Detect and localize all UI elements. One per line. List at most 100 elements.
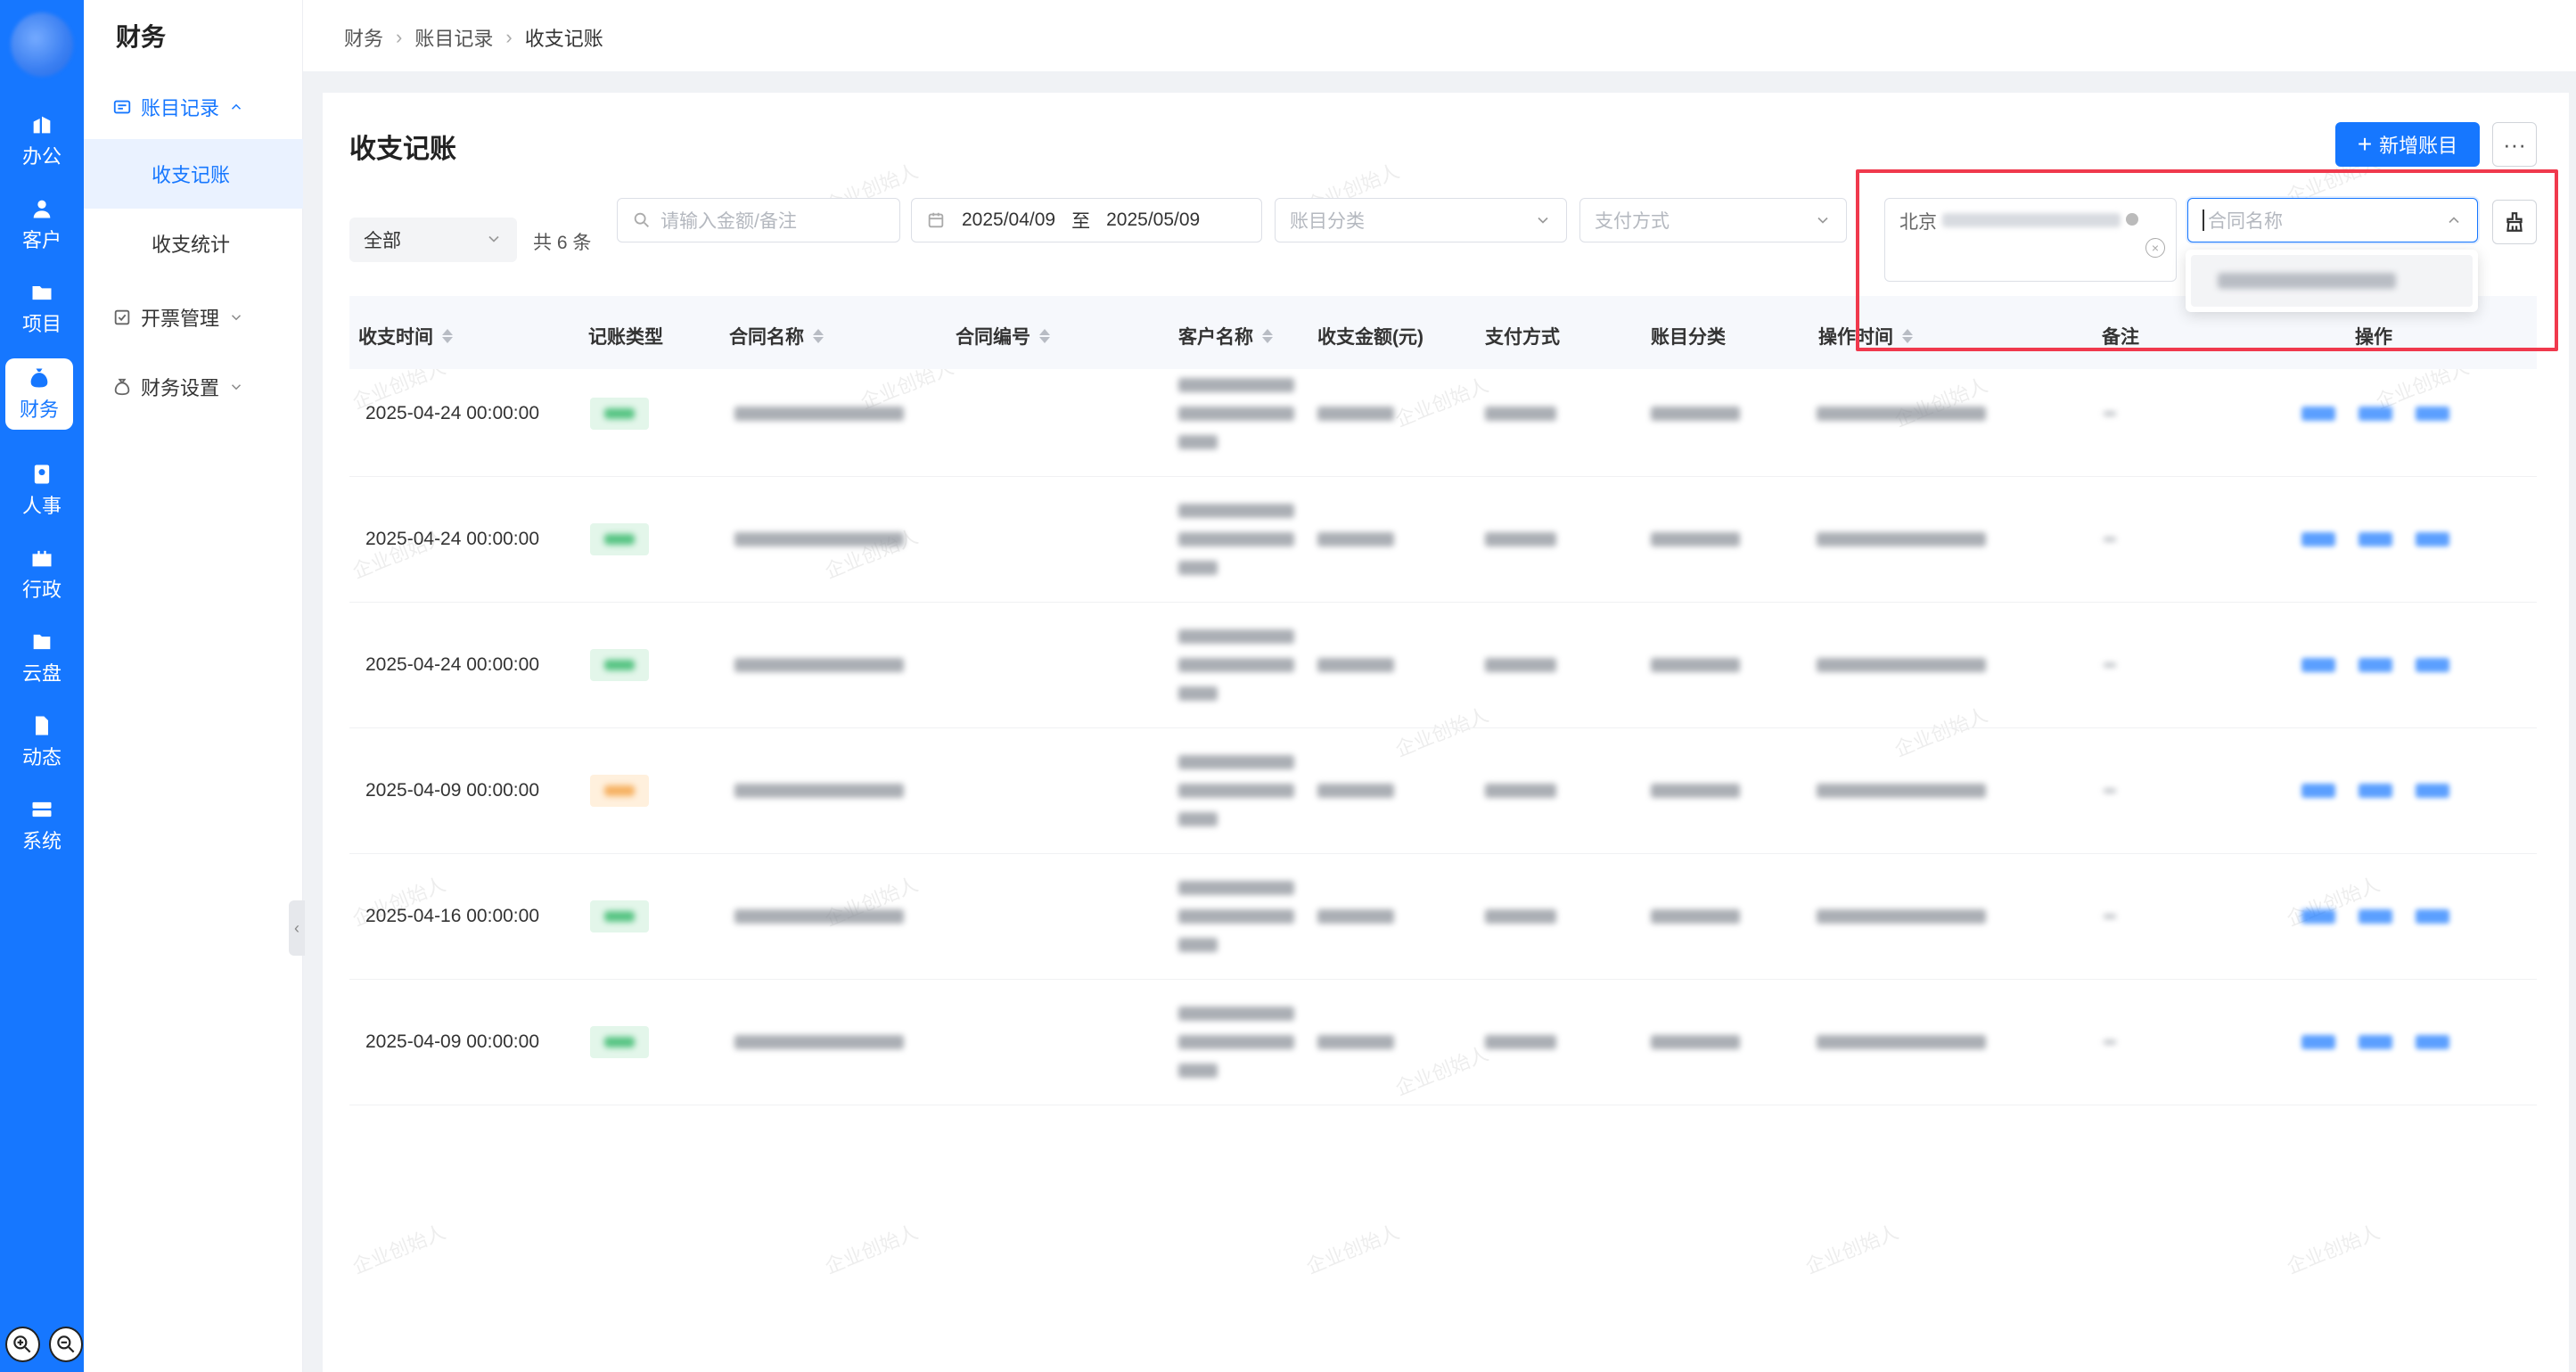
date-range-picker[interactable]: 2025/04/09 至 2025/05/09 — [911, 198, 1262, 242]
top-bar: 财务 › 账目记录 › 收支记账 — [303, 0, 2576, 71]
action-delete-link[interactable] — [2416, 407, 2449, 421]
rail-item-feed[interactable]: 动态 — [5, 706, 78, 777]
redacted-amount — [1317, 909, 1394, 924]
column-header[interactable]: 合同名称 — [729, 323, 824, 349]
sort-icon[interactable] — [1262, 329, 1273, 343]
date-end[interactable]: 2025/05/09 — [1106, 209, 1200, 231]
breadcrumb-item[interactable]: 财务 — [344, 23, 383, 52]
tag-remove-icon[interactable] — [2126, 213, 2138, 226]
action-edit-link[interactable] — [2359, 909, 2392, 924]
chevron-down-icon — [231, 315, 242, 321]
redacted-customer-name — [1178, 881, 1294, 895]
table-row[interactable]: 2025-04-09 00:00:00 — [349, 728, 2537, 854]
breadcrumb-item[interactable]: 账目记录 — [414, 23, 493, 52]
sidebar-group-ledger[interactable]: 账目记录 — [112, 93, 244, 121]
date-start[interactable]: 2025/04/09 — [962, 209, 1055, 231]
category-select[interactable]: 账目分类 — [1275, 198, 1567, 242]
record-type-badge — [590, 523, 649, 555]
sidebar-item-statistics[interactable]: 收支统计 — [84, 209, 303, 278]
redacted-text — [604, 660, 635, 670]
rail-item-cloud[interactable]: 云盘 — [5, 622, 78, 694]
type-select[interactable]: 全部 — [349, 218, 517, 262]
rail-item-customer[interactable]: 客户 — [5, 189, 78, 260]
redacted-customer-name — [1178, 1064, 1218, 1078]
sidebar-group-settings[interactable]: 财务设置 — [112, 373, 244, 401]
sidebar-group-invoice[interactable]: 开票管理 — [112, 303, 244, 332]
redacted-text — [604, 408, 635, 419]
main-panel: 企业创始人 企业创始人 企业创始人 企业创始人 企业创始人 企业创始人 企业创始… — [323, 93, 2569, 1372]
app-logo[interactable] — [11, 12, 73, 77]
city-multiselect[interactable]: 北京 × — [1884, 198, 2177, 282]
action-edit-link[interactable] — [2359, 658, 2392, 672]
rail-item-system[interactable]: 系统 — [5, 790, 78, 861]
rail-item-hr[interactable]: 人事 — [5, 455, 78, 526]
redacted-operation-time — [1817, 658, 1986, 672]
redacted-customer-name — [1178, 532, 1294, 546]
redacted-contract-name — [734, 407, 904, 421]
table-row[interactable]: 2025-04-24 00:00:00 — [349, 477, 2537, 603]
column-header: 操作 — [2355, 327, 2392, 348]
rail-item-admin[interactable]: 行政 — [5, 538, 78, 610]
action-view-link[interactable] — [2301, 658, 2335, 672]
cell-time: 2025-04-09 00:00:00 — [365, 780, 539, 801]
action-view-link[interactable] — [2301, 909, 2335, 924]
more-button[interactable]: ··· — [2492, 122, 2537, 167]
payment-method-select[interactable]: 支付方式 — [1579, 198, 1847, 242]
zoom-in-button[interactable] — [5, 1327, 40, 1362]
sort-icon[interactable] — [1902, 329, 1913, 343]
action-delete-link[interactable] — [2416, 1035, 2449, 1049]
redacted-text — [604, 911, 635, 922]
cloud-folder-icon — [33, 634, 51, 650]
search-input[interactable]: 请输入金额/备注 — [617, 198, 900, 242]
column-header[interactable]: 合同编号 — [956, 323, 1050, 349]
dropdown-option[interactable] — [2191, 255, 2473, 307]
contract-name-select[interactable]: 合同名称 — [2187, 198, 2478, 242]
table-row[interactable]: 2025-04-24 00:00:00 — [349, 603, 2537, 728]
remark-empty-dash — [2104, 1040, 2116, 1044]
watermark: 企业创始人 — [1302, 1220, 1403, 1278]
clear-icon[interactable]: × — [2145, 238, 2165, 258]
redacted-amount — [1317, 784, 1394, 798]
column-header[interactable]: 收支时间 — [358, 323, 453, 349]
action-view-link[interactable] — [2301, 1035, 2335, 1049]
rail-item-finance[interactable]: 财务 — [5, 358, 73, 430]
action-delete-link[interactable] — [2416, 784, 2449, 798]
redacted-customer-name — [1178, 378, 1294, 392]
redacted-category — [1651, 1035, 1740, 1049]
column-header: 备注 — [2102, 327, 2139, 348]
add-entry-button[interactable]: + 新增账目 — [2335, 122, 2480, 167]
zoom-out-button[interactable] — [48, 1327, 84, 1362]
sort-icon[interactable] — [1039, 329, 1050, 343]
action-edit-link[interactable] — [2359, 784, 2392, 798]
sort-icon[interactable] — [442, 329, 453, 343]
folder-icon — [32, 286, 52, 300]
column-header[interactable]: 客户名称 — [1178, 323, 1273, 349]
action-delete-link[interactable] — [2416, 909, 2449, 924]
column-header[interactable]: 操作时间 — [1818, 323, 1913, 349]
contract-dropdown — [2186, 250, 2478, 312]
rail-item-office[interactable]: 办公 — [5, 105, 78, 177]
sidebar-item-income-expense[interactable]: 收支记账 — [84, 139, 303, 209]
action-view-link[interactable] — [2301, 532, 2335, 546]
action-view-link[interactable] — [2301, 407, 2335, 421]
action-delete-link[interactable] — [2416, 532, 2449, 546]
cell-time: 2025-04-24 00:00:00 — [365, 654, 539, 675]
action-edit-link[interactable] — [2359, 407, 2392, 421]
action-view-link[interactable] — [2301, 784, 2335, 798]
sort-icon[interactable] — [813, 329, 824, 343]
redacted-option-text — [2218, 273, 2396, 289]
clear-filters-button[interactable] — [2492, 200, 2537, 244]
table-row[interactable]: 2025-04-16 00:00:00 — [349, 854, 2537, 980]
remark-empty-dash — [2104, 915, 2116, 918]
table-row[interactable]: 2025-04-24 00:00:00 — [349, 351, 2537, 477]
redacted-customer-name — [1178, 435, 1218, 449]
sidebar-collapse-toggle[interactable]: ‹ — [289, 900, 305, 956]
table-row[interactable]: 2025-04-09 00:00:00 — [349, 980, 2537, 1105]
action-edit-link[interactable] — [2359, 1035, 2392, 1049]
rail-item-project[interactable]: 项目 — [5, 273, 78, 344]
action-delete-link[interactable] — [2416, 658, 2449, 672]
redacted-category — [1651, 532, 1740, 546]
redacted-customer-name — [1178, 1006, 1294, 1021]
action-edit-link[interactable] — [2359, 532, 2392, 546]
record-type-badge — [590, 775, 649, 807]
